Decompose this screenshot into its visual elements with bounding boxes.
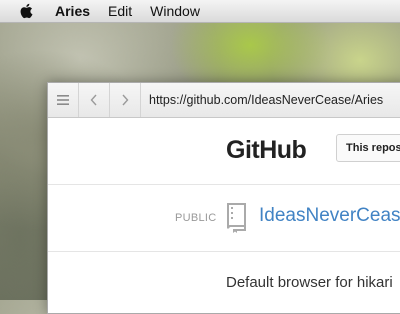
menu-app-name[interactable]: Aries (46, 0, 99, 22)
repo-description: Default browser for hikari (226, 274, 393, 291)
hamburger-icon[interactable] (48, 83, 79, 117)
address-bar[interactable]: https://github.com/IdeasNeverCease/Aries (149, 93, 383, 107)
repo-header: PUBLIC IdeasNeverCeas (48, 185, 400, 252)
repo-name-link[interactable]: IdeasNeverCeas (259, 205, 400, 227)
browser-window: https://github.com/IdeasNeverCease/Aries… (47, 82, 400, 314)
apple-logo-icon[interactable] (18, 3, 34, 19)
menu-bar: Aries Edit Window (0, 0, 400, 23)
visibility-label: PUBLIC (175, 212, 217, 224)
browser-toolbar: https://github.com/IdeasNeverCease/Aries (48, 83, 400, 118)
search-input[interactable]: This repos (336, 134, 400, 162)
menu-edit[interactable]: Edit (99, 0, 141, 22)
chevron-left-icon[interactable] (79, 83, 110, 117)
github-header: GitHub This repos (48, 118, 400, 185)
chevron-right-icon[interactable] (110, 83, 141, 117)
repo-book-icon (225, 203, 249, 238)
github-logo[interactable]: GitHub (226, 136, 307, 165)
menu-window[interactable]: Window (141, 0, 209, 22)
page-content: GitHub This repos PUBLIC IdeasNeverCeas … (48, 118, 400, 314)
